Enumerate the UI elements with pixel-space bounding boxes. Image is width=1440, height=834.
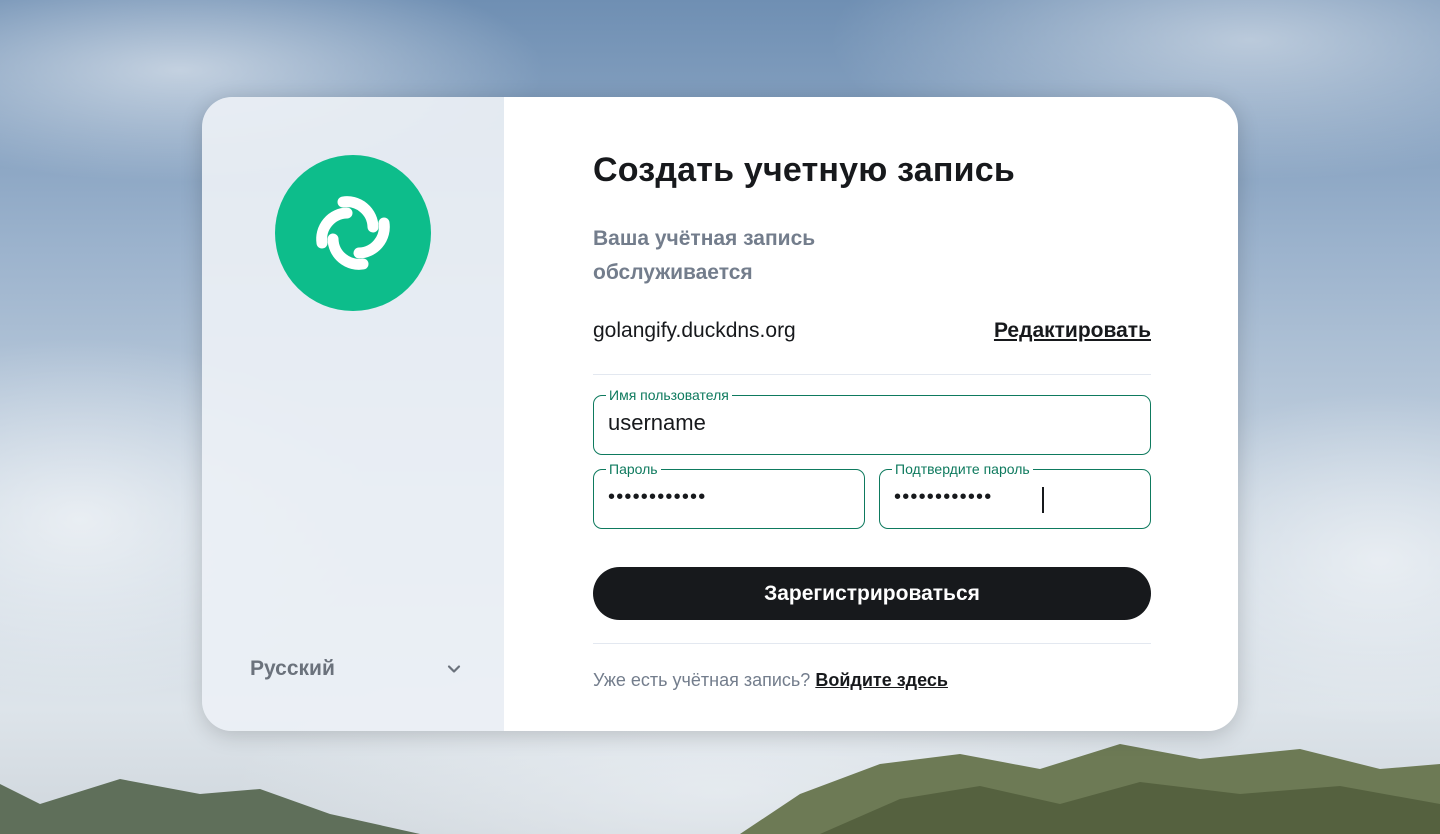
language-label: Русский (250, 657, 335, 680)
password-input[interactable]: •••••••••••• (608, 486, 706, 509)
auth-form-panel: Создать учетную запись Ваша учётная запи… (504, 97, 1238, 731)
auth-card: Русский Создать учетную запись Ваша учёт… (202, 97, 1238, 731)
username-field[interactable]: Имя пользователя username (593, 387, 1151, 455)
page-title: Создать учетную запись (593, 151, 1015, 189)
confirm-password-field[interactable]: Подтвердите пароль •••••••••••• (879, 461, 1151, 529)
auth-sidebar: Русский (202, 97, 504, 731)
login-link[interactable]: Войдите здесь (815, 670, 948, 690)
login-prompt: Уже есть учётная запись? Войдите здесь (593, 670, 948, 691)
element-logo-icon (275, 155, 431, 311)
password-field[interactable]: Пароль •••••••••••• (593, 461, 865, 529)
username-input[interactable]: username (608, 410, 706, 436)
login-prompt-text: Уже есть учётная запись? (593, 670, 811, 690)
divider (593, 374, 1151, 375)
text-caret (1042, 487, 1044, 513)
server-name: golangify.duckdns.org (593, 319, 796, 342)
edit-server-link[interactable]: Редактировать (994, 319, 1151, 343)
mountain-background (0, 744, 1440, 834)
password-label: Пароль (606, 461, 661, 477)
divider (593, 643, 1151, 644)
server-heading: Ваша учётная запись обслуживается (593, 227, 816, 284)
confirm-password-input[interactable]: •••••••••••• (894, 486, 992, 509)
register-button[interactable]: Зарегистрироваться (593, 567, 1151, 620)
confirm-password-label: Подтвердите пароль (892, 461, 1033, 477)
chevron-down-icon (447, 665, 461, 673)
username-label: Имя пользователя (606, 387, 732, 403)
language-selector[interactable]: Русский (250, 654, 462, 684)
